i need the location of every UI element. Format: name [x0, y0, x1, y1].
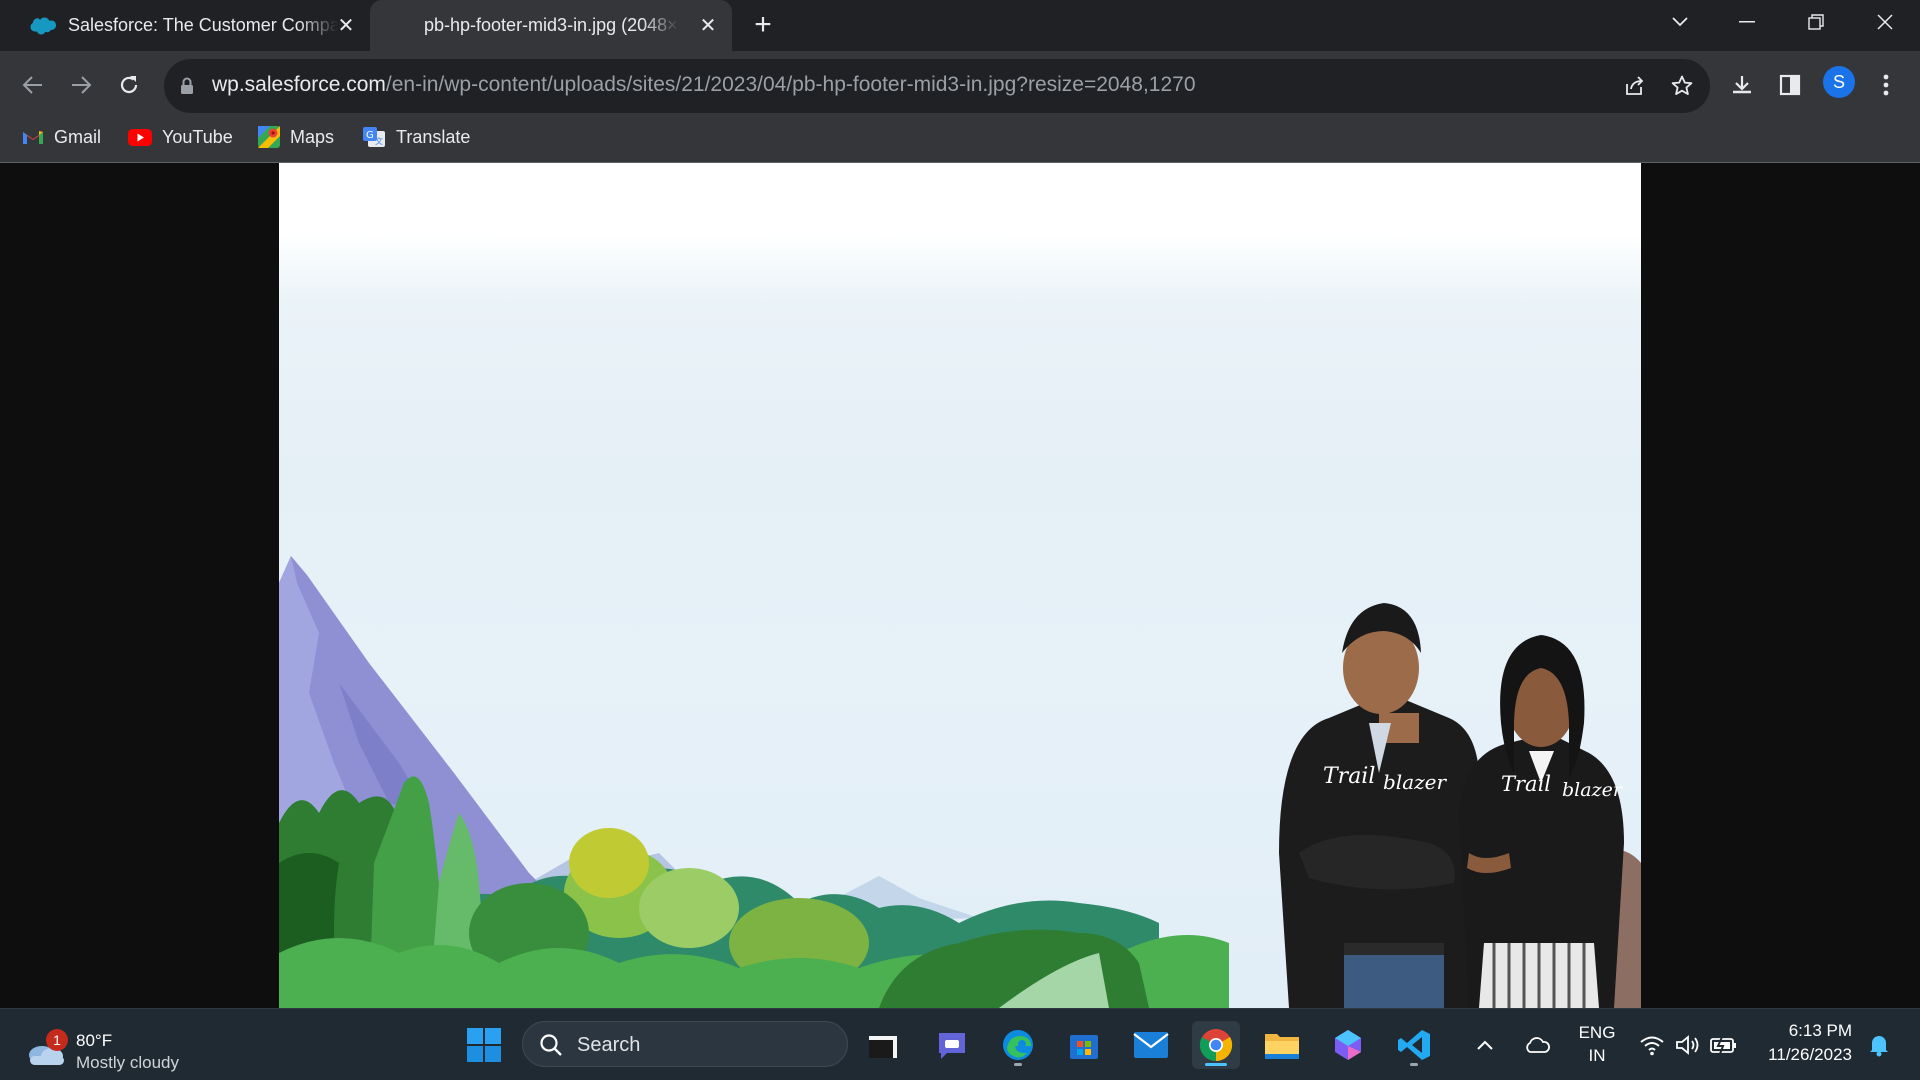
hoodie-text: Trail	[1323, 764, 1375, 789]
onedrive-cloud-icon[interactable]	[1515, 1021, 1559, 1069]
download-icon[interactable]	[1722, 65, 1762, 105]
bookmark-gmail[interactable]: Gmail	[22, 117, 101, 157]
bookmark-maps[interactable]: Maps	[258, 117, 334, 157]
taskbar-app-copilot[interactable]	[1324, 1021, 1372, 1069]
hoodie-text: blazer	[1383, 770, 1447, 794]
folder-icon	[1265, 1034, 1299, 1059]
weather-widget[interactable]: 1 80°F Mostly cloudy	[24, 1019, 204, 1072]
weather-condition: Mostly cloudy	[76, 1053, 179, 1072]
restore-button[interactable]	[1786, 0, 1846, 44]
taskbar-app-edge[interactable]	[994, 1021, 1042, 1069]
battery-icon[interactable]	[1704, 1021, 1744, 1069]
browser-toolbar: wp.salesforce.com/en-in/wp-content/uploa…	[0, 51, 1920, 163]
new-tab-button[interactable]: +	[748, 10, 778, 40]
chrome-icon	[1199, 1029, 1233, 1062]
url-host: wp.salesforce.com	[212, 73, 386, 96]
folder-dark-icon	[869, 1036, 897, 1058]
forward-button[interactable]	[61, 65, 101, 105]
illustration: Trail blazer Trail blazer	[279, 556, 1641, 1008]
taskbar-app-store[interactable]	[1060, 1021, 1108, 1069]
bookmark-label: Gmail	[54, 126, 102, 147]
bookmark-label: Maps	[290, 126, 335, 147]
taskbar-app-mail[interactable]	[1127, 1021, 1175, 1069]
search-icon	[540, 1034, 562, 1056]
close-window-button[interactable]	[1855, 0, 1915, 44]
share-icon[interactable]	[1621, 72, 1649, 100]
maps-icon	[258, 126, 280, 148]
bookmark-star-icon[interactable]	[1668, 72, 1696, 100]
volume-icon[interactable]	[1668, 1021, 1708, 1069]
svg-text:文: 文	[375, 136, 383, 146]
notification-badge: 1	[46, 1029, 68, 1051]
minimize-button[interactable]	[1717, 0, 1777, 44]
taskbar-app-file-explorer[interactable]	[1258, 1021, 1306, 1069]
reload-button[interactable]	[109, 65, 149, 105]
vscode-icon	[1398, 1030, 1430, 1060]
hoodie-text: blazer	[1562, 779, 1624, 801]
wifi-icon[interactable]	[1632, 1021, 1672, 1069]
close-tab-icon[interactable]: ✕	[696, 14, 720, 38]
youtube-icon	[128, 128, 152, 146]
notification-bell-icon[interactable]	[1862, 1021, 1896, 1069]
yellow-tree	[569, 828, 649, 898]
store-icon	[1070, 1035, 1098, 1059]
displayed-image[interactable]: Trail blazer Trail blazer	[279, 163, 1641, 1008]
bookmark-label: YouTube	[162, 126, 233, 147]
back-button[interactable]	[13, 65, 53, 105]
language-line2: IN	[1588, 1046, 1606, 1065]
show-hidden-icons-chevron-icon[interactable]	[1467, 1021, 1503, 1069]
taskbar-app-vscode[interactable]	[1390, 1021, 1438, 1069]
running-indicator	[1014, 1063, 1022, 1066]
tab-title: pb-hp-footer-mid3-in.jpg (2048×1270)	[424, 15, 680, 35]
language-indicator[interactable]: ENG IN	[1574, 1023, 1620, 1066]
close-tab-icon[interactable]: ✕	[334, 14, 358, 38]
profile-avatar[interactable]: S	[1823, 66, 1855, 98]
menu-kebab-icon[interactable]	[1866, 65, 1906, 105]
teams-chat-icon	[939, 1033, 965, 1059]
url-path: /en-in/wp-content/uploads/sites/21/2023/…	[385, 73, 1196, 96]
taskbar-app-files-dark[interactable]	[859, 1021, 907, 1069]
taskbar-search-box[interactable]: Search	[522, 1021, 848, 1067]
url-text: wp.salesforce.com/en-in/wp-content/uploa…	[212, 73, 1196, 97]
tab-search-icon[interactable]	[1650, 0, 1710, 44]
svg-text:G: G	[366, 130, 374, 141]
copilot-icon	[1335, 1030, 1361, 1060]
search-placeholder: Search	[577, 1034, 641, 1056]
gmail-icon	[23, 131, 43, 144]
bookmarks-bar: Gmail YouTube Maps G文 Translate	[0, 117, 1920, 157]
weather-temperature: 80°F	[76, 1031, 113, 1050]
taskbar-app-teams[interactable]	[928, 1021, 976, 1069]
side-panel-icon[interactable]	[1770, 65, 1810, 105]
clock-time: 6:13 PM	[1788, 1021, 1852, 1040]
page-viewport: Trail blazer Trail blazer	[0, 163, 1920, 1008]
address-bar[interactable]: wp.salesforce.com/en-in/wp-content/uploa…	[164, 59, 1710, 113]
bookmark-label: Translate	[396, 126, 471, 147]
translate-icon: G文	[363, 127, 385, 147]
clock[interactable]: 6:13 PM 11/26/2023	[1756, 1021, 1852, 1065]
salesforce-cloud-icon	[30, 17, 56, 34]
bookmark-translate[interactable]: G文 Translate	[362, 117, 470, 157]
windows-logo-icon	[467, 1028, 501, 1062]
clock-date: 11/26/2023	[1768, 1045, 1852, 1064]
hoodie-text: Trail	[1501, 772, 1551, 796]
lock-icon	[181, 77, 193, 94]
language-line1: ENG	[1578, 1023, 1616, 1042]
tab-image[interactable]: pb-hp-footer-mid3-in.jpg (2048×1270) ✕	[370, 0, 732, 51]
tab-salesforce[interactable]: Salesforce: The Customer Company ✕	[0, 0, 370, 51]
person-man: Trail blazer	[1279, 603, 1480, 1008]
mail-icon	[1133, 1032, 1169, 1058]
edge-icon	[1003, 1030, 1033, 1060]
yellow-tree	[639, 868, 739, 948]
taskbar-app-chrome[interactable]	[1192, 1021, 1240, 1069]
person-woman: Trail blazer	[1459, 635, 1624, 1008]
start-button[interactable]	[460, 1021, 508, 1069]
tab-title: Salesforce: The Customer Company	[68, 15, 338, 35]
bookmark-youtube[interactable]: YouTube	[128, 117, 233, 157]
windows-taskbar: 1 80°F Mostly cloudy Search ENG IN 6:13 …	[0, 1008, 1920, 1080]
active-indicator	[1205, 1063, 1227, 1066]
running-indicator	[1410, 1063, 1418, 1066]
title-bar: Salesforce: The Customer Company ✕ pb-hp…	[0, 0, 1920, 51]
